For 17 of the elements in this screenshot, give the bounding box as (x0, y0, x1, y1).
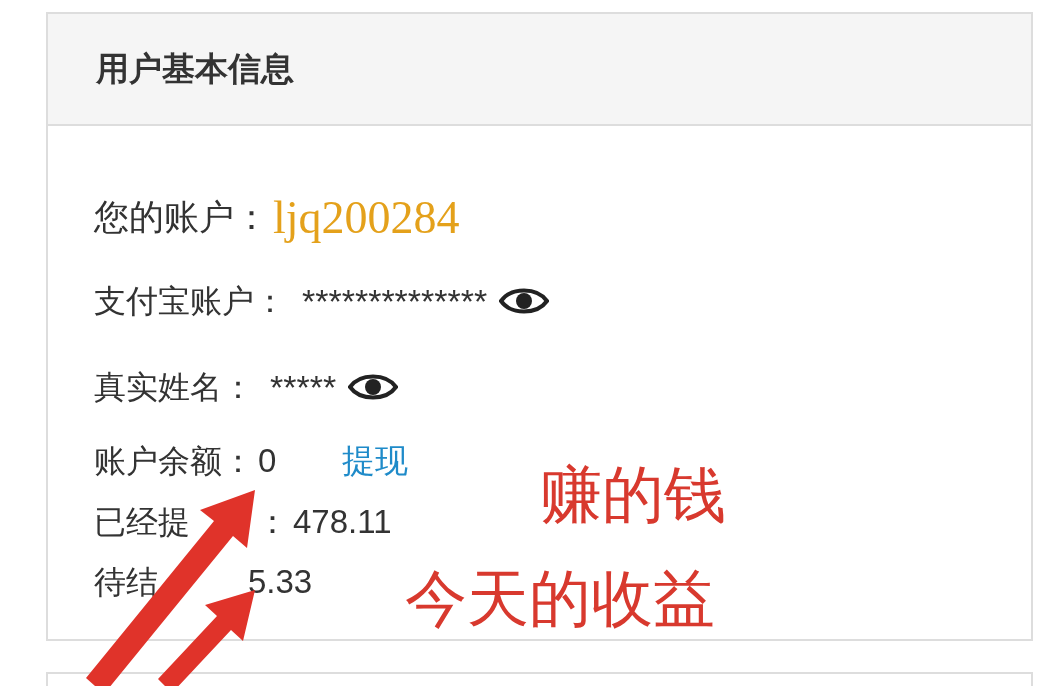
colon: ： (256, 502, 289, 543)
field-label: 账户余额： (94, 442, 254, 481)
annotation-text: 今天的收益 (405, 563, 715, 635)
field-label: 已经提 (94, 503, 190, 542)
field-label: 真实姓名： (94, 368, 254, 407)
field-label: 待结 (94, 563, 158, 602)
annotation-text: 赚的钱 (540, 459, 726, 531)
masked-value: ************** (302, 280, 488, 322)
field-value: 478.11 (293, 502, 392, 543)
field-value: 5.33 (248, 562, 313, 603)
field-value: 0 (258, 441, 278, 482)
account-name: ljq200284 (273, 190, 460, 245)
field-label: 支付宝账户： (94, 282, 286, 321)
masked-value: ***** (270, 366, 337, 408)
withdraw-link[interactable]: 提现 (342, 436, 408, 486)
field-label: 您的账户： (94, 195, 269, 238)
card-title: 用户基本信息 (96, 49, 294, 90)
